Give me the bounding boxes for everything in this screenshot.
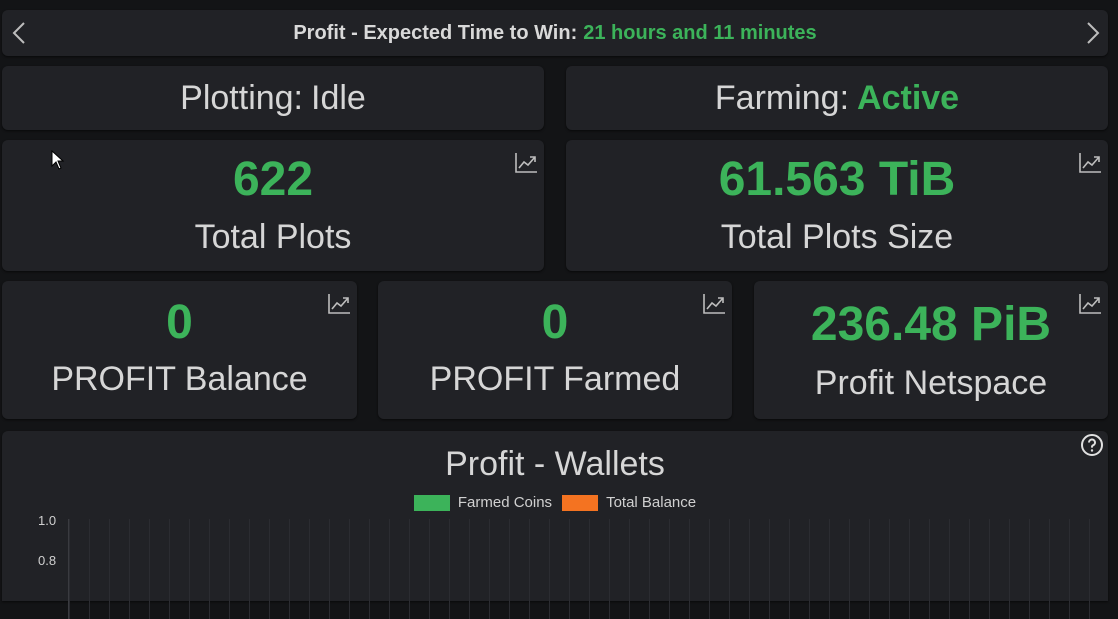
profit-netspace-label: Profit Netspace bbox=[814, 364, 1048, 402]
legend-item-total-balance[interactable]: Total Balance bbox=[562, 494, 696, 511]
legend-label-total-balance: Total Balance bbox=[606, 494, 697, 511]
plotting-label: Plotting: bbox=[180, 78, 304, 117]
time-to-win-value: 21 hours and 11 minutes bbox=[583, 21, 817, 44]
total-plots-size-label: Total Plots Size bbox=[720, 218, 954, 256]
profit-netspace-card: 236.48 PiB Profit Netspace bbox=[754, 281, 1108, 419]
profit-farmed-card: 0 PROFIT Farmed bbox=[378, 281, 732, 419]
chart-trend-icon bbox=[1079, 153, 1101, 173]
next-button[interactable] bbox=[1082, 21, 1104, 45]
profit-farmed-chart-button[interactable] bbox=[702, 293, 726, 315]
chart-legend: Farmed Coins Total Balance bbox=[2, 494, 1108, 511]
chart-trend-icon bbox=[515, 153, 537, 173]
profit-farmed-label: PROFIT Farmed bbox=[429, 360, 681, 398]
profit-netspace-value: 236.48 PiB bbox=[810, 298, 1052, 351]
profit-balance-card: 0 PROFIT Balance bbox=[2, 281, 357, 419]
legend-label-farmed-coins: Farmed Coins bbox=[457, 494, 553, 511]
farming-status-card: Farming: Active bbox=[566, 66, 1108, 130]
legend-swatch-total-balance bbox=[562, 494, 599, 511]
plotting-value: Idle bbox=[311, 78, 366, 117]
plotting-status-card: Plotting: Idle bbox=[2, 66, 544, 130]
chevron-right-icon bbox=[1087, 22, 1100, 44]
chart-trend-icon bbox=[1079, 294, 1101, 314]
total-plots-value: 622 bbox=[232, 153, 314, 206]
profit-balance-value: 0 bbox=[166, 296, 193, 349]
farming-label: Farming: bbox=[714, 78, 850, 117]
chart-plot-area bbox=[68, 519, 1109, 619]
total-plots-chart-button[interactable] bbox=[514, 152, 538, 174]
help-button[interactable] bbox=[1080, 433, 1104, 457]
header-title-prefix: Profit - Expected Time to Win: bbox=[293, 21, 578, 44]
profit-farmed-value: 0 bbox=[541, 296, 569, 349]
total-plots-card: 622 Total Plots bbox=[2, 140, 544, 271]
total-plots-size-chart-button[interactable] bbox=[1078, 152, 1102, 174]
profit-balance-label: PROFIT Balance bbox=[51, 360, 308, 398]
help-circle-icon bbox=[1081, 434, 1103, 456]
wallets-chart-card: Profit - Wallets Farmed Coins Total Bala… bbox=[2, 431, 1109, 619]
legend-swatch-farmed-coins bbox=[413, 494, 450, 511]
expected-time-header: Profit - Expected Time to Win: 21 hours … bbox=[2, 10, 1108, 56]
total-plots-size-card: 61.563 TiB Total Plots Size bbox=[566, 140, 1108, 271]
profit-balance-chart-button[interactable] bbox=[327, 293, 351, 315]
chart-trend-icon bbox=[703, 294, 725, 314]
total-plots-size-value: 61.563 TiB bbox=[718, 153, 956, 206]
legend-item-farmed-coins[interactable]: Farmed Coins bbox=[413, 494, 553, 511]
mouse-cursor-icon bbox=[51, 150, 65, 170]
y-tick-label: 0.8 bbox=[38, 553, 57, 568]
total-plots-label: Total Plots bbox=[194, 218, 352, 256]
chart-trend-icon bbox=[328, 294, 350, 314]
farming-value: Active bbox=[857, 78, 960, 117]
profit-netspace-chart-button[interactable] bbox=[1078, 293, 1102, 315]
y-tick-label: 1.0 bbox=[38, 513, 57, 528]
wallets-chart-title: Profit - Wallets bbox=[445, 445, 665, 483]
header-title: Profit - Expected Time to Win: 21 hours … bbox=[2, 10, 1108, 56]
